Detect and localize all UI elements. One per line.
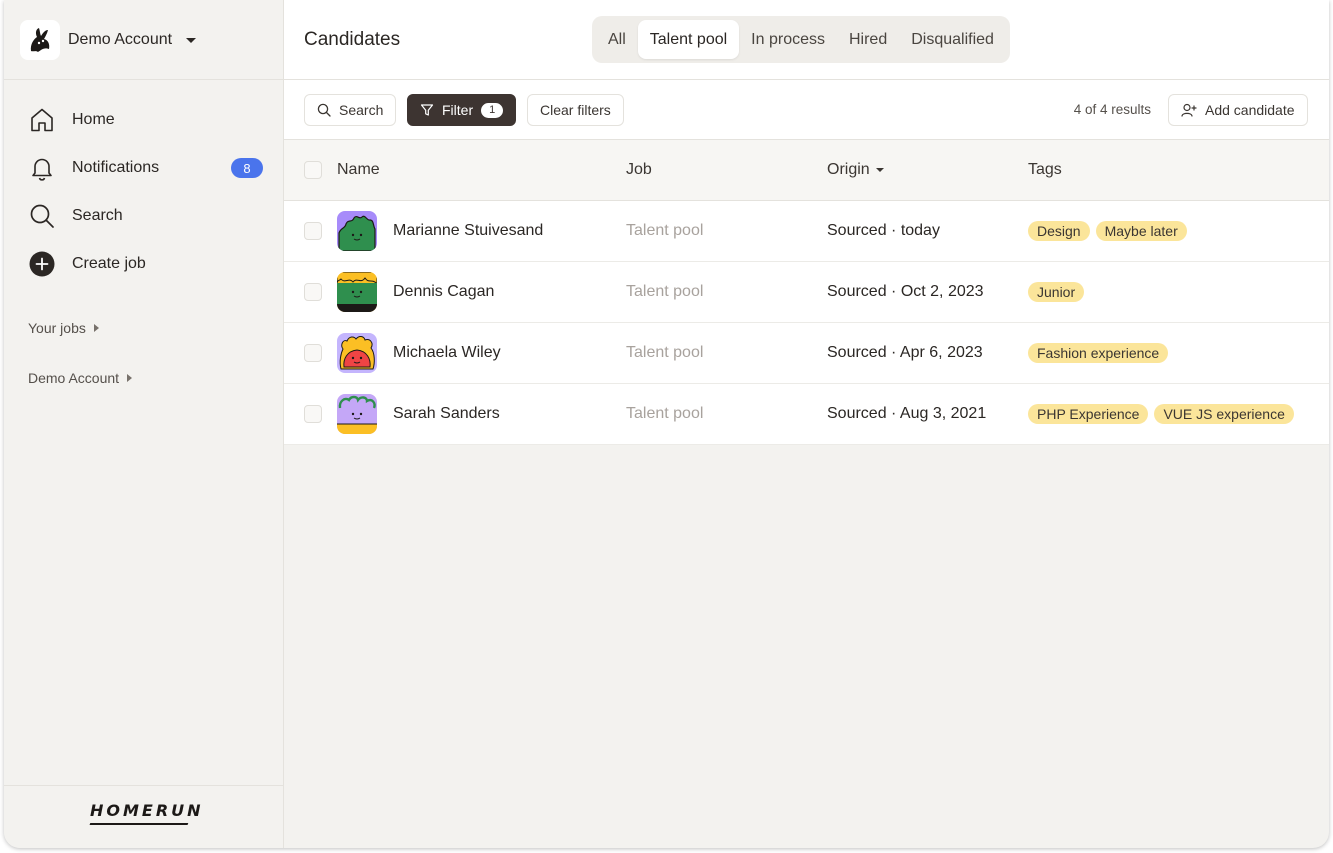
- page-title: Candidates: [304, 29, 401, 50]
- filter-icon: [420, 104, 434, 116]
- bell-icon: [28, 154, 56, 182]
- avatar: [337, 333, 377, 373]
- name-cell: Dennis Cagan: [337, 262, 494, 322]
- nav-item-create-job[interactable]: Create job: [28, 240, 260, 288]
- divider: [4, 79, 284, 80]
- your-jobs-section[interactable]: Your jobs: [28, 320, 99, 336]
- tag-badge: Design: [1028, 221, 1090, 241]
- candidate-name[interactable]: Marianne Stuivesand: [393, 222, 543, 240]
- brand-logo: HOMERUN: [90, 801, 204, 820]
- row-checkbox[interactable]: [304, 283, 322, 301]
- search-button-label: Search: [339, 102, 384, 118]
- column-header-name[interactable]: Name: [337, 140, 380, 200]
- tag-badge: VUE JS experience: [1154, 404, 1294, 424]
- sort-desc-icon: [875, 168, 884, 172]
- search-icon: [317, 103, 331, 117]
- brand-underline: [89, 823, 189, 825]
- tags-cell: Design Maybe later: [1028, 201, 1193, 261]
- home-icon: [28, 106, 56, 134]
- name-cell: Michaela Wiley: [337, 323, 501, 383]
- notification-count-badge: 8: [231, 158, 263, 178]
- filter-button-label: Filter: [442, 102, 474, 118]
- status-tabs: All Talent pool In process Hired Disqual…: [592, 16, 1010, 63]
- origin-cell: Sourced · Oct 2, 2023: [827, 283, 984, 300]
- name-cell: Sarah Sanders: [337, 384, 500, 444]
- candidate-name[interactable]: Michaela Wiley: [393, 344, 501, 362]
- section-label: Demo Account: [28, 370, 120, 386]
- origin-cell: Sourced · Aug 3, 2021: [827, 405, 987, 422]
- avatar: [337, 272, 377, 312]
- table-row[interactable]: Dennis Cagan Talent pool Sourced · Oct 2…: [284, 262, 1329, 323]
- filter-count-badge: 1: [481, 102, 504, 118]
- account-name: Demo Account: [68, 31, 173, 48]
- column-header-origin-label: Origin: [827, 161, 870, 178]
- add-candidate-label: Add candidate: [1205, 102, 1295, 118]
- candidates-table: Name Job Origin Tags Marianne Stuivesand…: [284, 140, 1329, 445]
- avatar: [337, 211, 377, 251]
- nav-item-home[interactable]: Home: [28, 96, 260, 144]
- origin-cell: Sourced · today: [827, 222, 940, 239]
- divider: [4, 785, 284, 786]
- avatar: [337, 394, 377, 434]
- section-label: Your jobs: [28, 320, 86, 336]
- column-header-job[interactable]: Job: [626, 140, 652, 200]
- job-cell: Talent pool: [626, 283, 704, 300]
- tags-cell: Junior: [1028, 262, 1090, 322]
- plus-circle-icon: [28, 250, 56, 278]
- tab-in-process[interactable]: In process: [739, 20, 837, 59]
- job-cell: Talent pool: [626, 344, 704, 361]
- add-candidate-button[interactable]: Add candidate: [1168, 94, 1308, 126]
- nav-label: Notifications: [72, 159, 160, 176]
- tags-cell: PHP Experience VUE JS experience: [1028, 384, 1300, 444]
- row-checkbox[interactable]: [304, 222, 322, 240]
- tag-badge: PHP Experience: [1028, 404, 1149, 424]
- job-cell: Talent pool: [626, 405, 704, 422]
- row-checkbox[interactable]: [304, 344, 322, 362]
- header: Candidates All Talent pool In process Hi…: [284, 0, 1329, 80]
- nav-label: Search: [72, 207, 123, 224]
- select-all-checkbox[interactable]: [304, 161, 322, 179]
- chevron-right-icon: [127, 374, 133, 382]
- nav-label: Home: [72, 111, 115, 128]
- search-icon: [28, 202, 56, 230]
- add-user-icon: [1181, 103, 1197, 117]
- account-logo-icon: [20, 20, 60, 60]
- table-row[interactable]: Marianne Stuivesand Talent pool Sourced …: [284, 201, 1329, 262]
- tag-badge: Fashion experience: [1028, 343, 1169, 363]
- table-row[interactable]: Michaela Wiley Talent pool Sourced · Apr…: [284, 323, 1329, 384]
- main-nav: Home Notifications 8 Search Create job: [28, 96, 263, 288]
- tag-badge: Maybe later: [1095, 221, 1187, 241]
- clear-filters-button[interactable]: Clear filters: [527, 94, 624, 126]
- main-content: Candidates All Talent pool In process Hi…: [284, 0, 1329, 848]
- app-window: Demo Account Home Notifications 8 Search…: [4, 0, 1329, 848]
- nav-item-search[interactable]: Search: [28, 192, 260, 240]
- account-section[interactable]: Demo Account: [28, 370, 133, 386]
- tab-all[interactable]: All: [596, 20, 638, 59]
- sidebar: Demo Account Home Notifications 8 Search…: [4, 0, 284, 848]
- chevron-down-icon: [186, 37, 197, 43]
- origin-cell: Sourced · Apr 6, 2023: [827, 344, 983, 361]
- table-header: Name Job Origin Tags: [284, 140, 1329, 201]
- candidate-name[interactable]: Dennis Cagan: [393, 283, 494, 301]
- candidate-name[interactable]: Sarah Sanders: [393, 405, 500, 423]
- job-cell: Talent pool: [626, 222, 704, 239]
- tags-cell: Fashion experience: [1028, 323, 1174, 383]
- column-header-origin[interactable]: Origin: [827, 140, 884, 200]
- nav-item-notifications[interactable]: Notifications 8: [28, 144, 263, 192]
- tab-talent-pool[interactable]: Talent pool: [637, 20, 740, 59]
- name-cell: Marianne Stuivesand: [337, 201, 543, 261]
- column-header-tags[interactable]: Tags: [1028, 140, 1062, 200]
- table-row[interactable]: Sarah Sanders Talent pool Sourced · Aug …: [284, 384, 1329, 445]
- filter-button[interactable]: Filter 1: [407, 94, 517, 126]
- account-switcher[interactable]: Demo Account: [20, 20, 197, 60]
- toolbar: Search Filter 1 Clear filters 4 of 4 res…: [284, 80, 1329, 140]
- results-count: 4 of 4 results: [1073, 102, 1151, 117]
- search-button[interactable]: Search: [304, 94, 397, 126]
- tab-hired[interactable]: Hired: [837, 20, 899, 59]
- row-checkbox[interactable]: [304, 405, 322, 423]
- nav-label: Create job: [72, 255, 146, 272]
- tab-disqualified[interactable]: Disqualified: [899, 20, 1006, 59]
- chevron-right-icon: [93, 324, 99, 332]
- tag-badge: Junior: [1028, 282, 1085, 302]
